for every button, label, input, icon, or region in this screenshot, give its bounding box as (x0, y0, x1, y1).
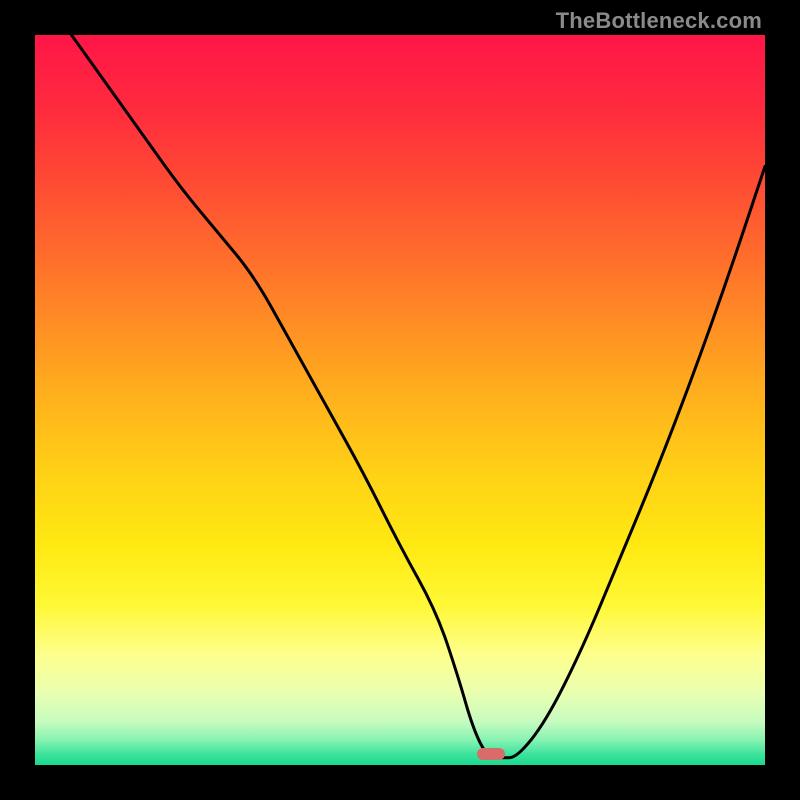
chart-frame: TheBottleneck.com (0, 0, 800, 800)
optimal-marker (477, 748, 505, 760)
plot-area (35, 35, 765, 765)
watermark-text: TheBottleneck.com (556, 8, 762, 34)
bottleneck-curve (35, 35, 765, 765)
